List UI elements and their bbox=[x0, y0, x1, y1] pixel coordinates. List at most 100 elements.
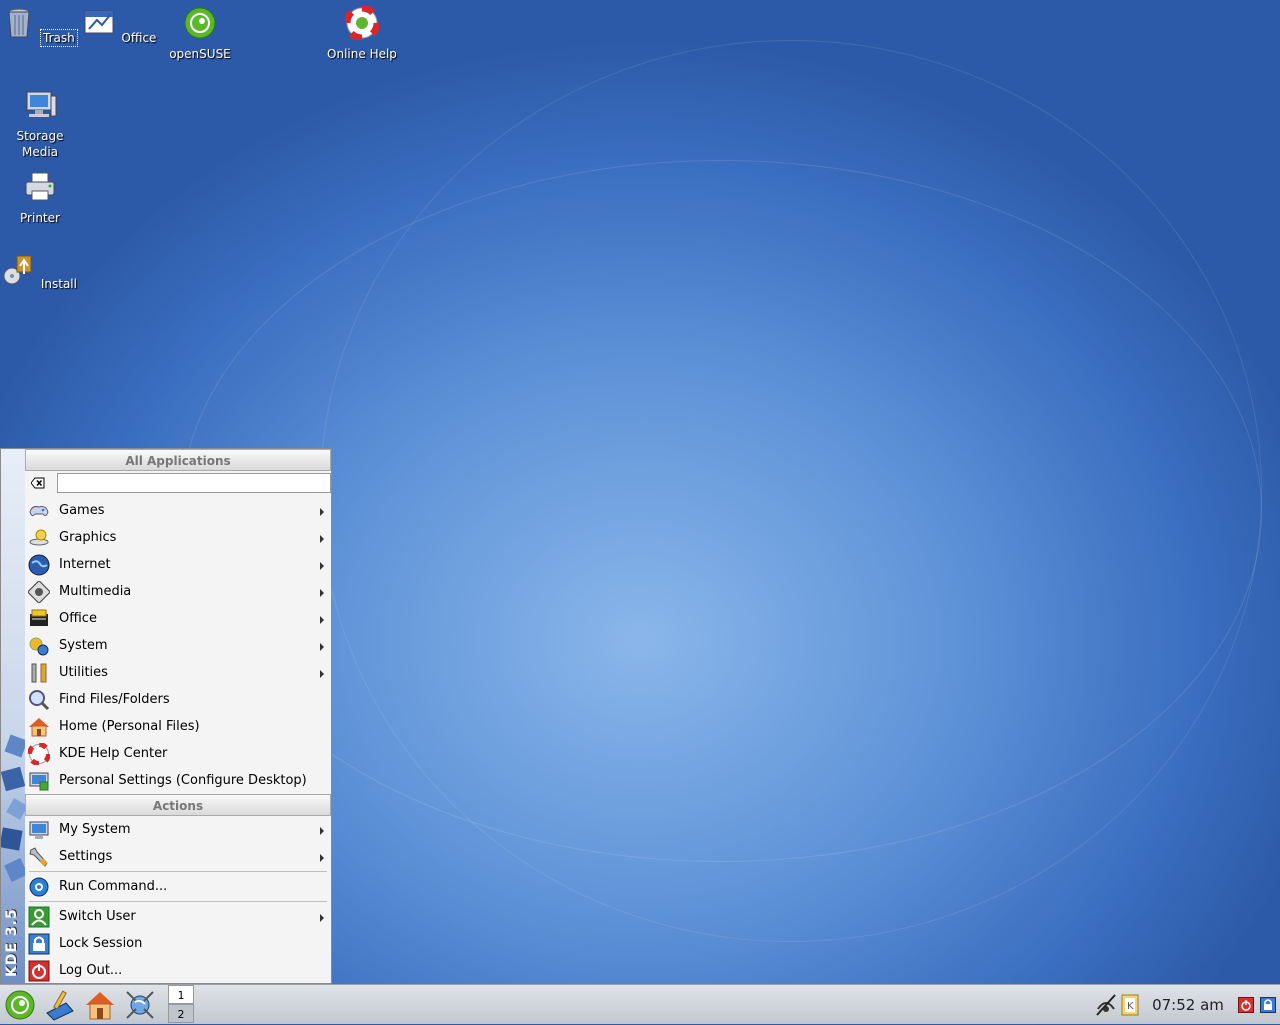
menu-item-label: Multimedia bbox=[59, 584, 132, 599]
desktop-icon-label: Install bbox=[40, 277, 77, 291]
menu-item-kde-help-center[interactable]: KDE Help Center bbox=[25, 740, 331, 767]
menu-separator bbox=[29, 901, 327, 902]
menu-item-label: Settings bbox=[59, 849, 113, 864]
menu-separator bbox=[29, 871, 327, 872]
lock-icon bbox=[28, 933, 50, 955]
pager-desktop-2[interactable]: 2 bbox=[168, 1004, 194, 1023]
lock-screen-icon[interactable] bbox=[1260, 997, 1276, 1013]
desktop-icon-office[interactable]: Office bbox=[80, 6, 160, 46]
menu-item-system[interactable]: System bbox=[25, 632, 331, 659]
menu-item-label: Personal Settings (Configure Desktop) bbox=[59, 773, 307, 788]
storage-media-icon bbox=[26, 91, 57, 117]
desktop-icon-opensuse[interactable]: openSUSE bbox=[160, 6, 240, 62]
menu-item-games[interactable]: Games bbox=[25, 497, 331, 524]
submenu-arrow-icon bbox=[320, 827, 324, 835]
menu-item-internet[interactable]: Internet bbox=[25, 551, 331, 578]
menu-item-personal-settings[interactable]: Personal Settings (Configure Desktop) bbox=[25, 767, 331, 794]
taskbar: 1 2 K 07:52 am bbox=[0, 984, 1280, 1024]
menu-item-label: Switch User bbox=[59, 909, 136, 924]
find-magnifier-icon bbox=[29, 690, 50, 711]
menu-item-label: My System bbox=[59, 822, 131, 837]
menu-item-multimedia[interactable]: Multimedia bbox=[25, 578, 331, 605]
menu-item-home[interactable]: Home (Personal Files) bbox=[25, 713, 331, 740]
menu-item-run-command[interactable]: Run Command... bbox=[25, 873, 331, 900]
printer-icon bbox=[25, 172, 55, 201]
my-system-icon bbox=[29, 821, 49, 839]
submenu-arrow-icon bbox=[320, 670, 324, 678]
search-input[interactable] bbox=[57, 473, 331, 493]
desktop-icon-label: openSUSE bbox=[169, 47, 231, 61]
menu-item-label: Lock Session bbox=[59, 936, 143, 951]
submenu-arrow-icon bbox=[320, 535, 324, 543]
personal-settings-icon bbox=[29, 772, 49, 791]
opensuse-icon bbox=[184, 7, 216, 39]
menu-item-switch-user[interactable]: Switch User bbox=[25, 903, 331, 930]
k-menu-sidebar: KDE 3.5 bbox=[1, 449, 25, 983]
k-menu-content: All Applications Games Graphics Internet… bbox=[25, 449, 331, 983]
internet-globe-icon bbox=[28, 554, 50, 576]
office-writer-icon[interactable] bbox=[44, 989, 76, 1021]
run-command-icon bbox=[29, 877, 49, 897]
games-controller-icon bbox=[29, 506, 49, 517]
desktop-icon-label: Storage Media bbox=[16, 129, 64, 159]
submenu-arrow-icon bbox=[320, 854, 324, 862]
submenu-arrow-icon bbox=[320, 562, 324, 570]
menu-item-my-system[interactable]: My System bbox=[25, 816, 331, 843]
menu-item-log-out[interactable]: Log Out... bbox=[25, 957, 331, 984]
trash-icon bbox=[8, 8, 30, 38]
menu-item-find-files[interactable]: Find Files/Folders bbox=[25, 686, 331, 713]
kmenu-suse-icon[interactable] bbox=[4, 989, 36, 1021]
search-row bbox=[25, 471, 331, 497]
submenu-arrow-icon bbox=[320, 589, 324, 597]
menu-item-label: Graphics bbox=[59, 530, 117, 545]
menu-item-label: System bbox=[59, 638, 108, 653]
pager-desktop-1[interactable]: 1 bbox=[168, 985, 194, 1004]
help-lifebuoy-icon bbox=[343, 4, 381, 42]
menu-item-utilities[interactable]: Utilities bbox=[25, 659, 331, 686]
office-icon bbox=[84, 10, 114, 34]
menu-item-office[interactable]: Office bbox=[25, 605, 331, 632]
desktop-icon-trash[interactable]: Trash bbox=[0, 6, 80, 47]
menu-item-lock-session[interactable]: Lock Session bbox=[25, 930, 331, 957]
klipper-icon[interactable]: K bbox=[1120, 993, 1140, 1017]
multimedia-icon bbox=[28, 581, 50, 603]
submenu-arrow-icon bbox=[320, 616, 324, 624]
office-icon bbox=[30, 609, 48, 626]
menu-item-label: Office bbox=[59, 611, 97, 626]
submenu-arrow-icon bbox=[320, 508, 324, 516]
menu-item-label: Home (Personal Files) bbox=[59, 719, 200, 734]
desktop-pager: 1 2 bbox=[168, 985, 194, 1025]
desktop-icon-label: Trash bbox=[40, 29, 78, 47]
kde-version-label: KDE 3.5 bbox=[4, 908, 20, 977]
switch-user-icon bbox=[28, 906, 50, 928]
clock[interactable]: 07:52 am bbox=[1146, 985, 1230, 1025]
menu-item-label: Internet bbox=[59, 557, 111, 572]
desktop-icon-printer[interactable]: Printer bbox=[0, 170, 80, 226]
menu-item-graphics[interactable]: Graphics bbox=[25, 524, 331, 551]
graphics-icon bbox=[29, 529, 49, 546]
home-icon[interactable] bbox=[84, 989, 116, 1021]
kde-cubes-graphic bbox=[1, 734, 25, 882]
clear-search-icon[interactable] bbox=[31, 477, 45, 489]
menu-item-label: Games bbox=[59, 503, 105, 518]
desktop-icon-online-help[interactable]: Online Help bbox=[322, 4, 402, 62]
desktop-icon-storage-media[interactable]: Storage Media bbox=[0, 88, 80, 160]
wallpaper-swoosh bbox=[180, 160, 1262, 862]
konqueror-icon[interactable] bbox=[124, 989, 156, 1021]
menu-item-label: Run Command... bbox=[59, 879, 168, 894]
system-gears-icon bbox=[29, 637, 49, 656]
menu-item-settings[interactable]: Settings bbox=[25, 843, 331, 870]
help-lifebuoy-icon bbox=[28, 743, 50, 765]
desktop-icon-install[interactable]: Install bbox=[0, 252, 80, 292]
settings-wrench-icon bbox=[29, 847, 48, 867]
k-menu: KDE 3.5 All Applications Games Graphics … bbox=[0, 448, 332, 984]
power-icon[interactable] bbox=[1238, 997, 1254, 1013]
submenu-arrow-icon bbox=[320, 643, 324, 651]
utilities-icon bbox=[31, 663, 47, 683]
actions-header: Actions bbox=[25, 794, 331, 816]
network-disconnected-icon[interactable] bbox=[1094, 993, 1118, 1017]
svg-text:K: K bbox=[1127, 1001, 1134, 1012]
install-icon bbox=[3, 255, 32, 285]
menu-item-label: Log Out... bbox=[59, 963, 123, 978]
menu-item-label: Utilities bbox=[59, 665, 108, 680]
